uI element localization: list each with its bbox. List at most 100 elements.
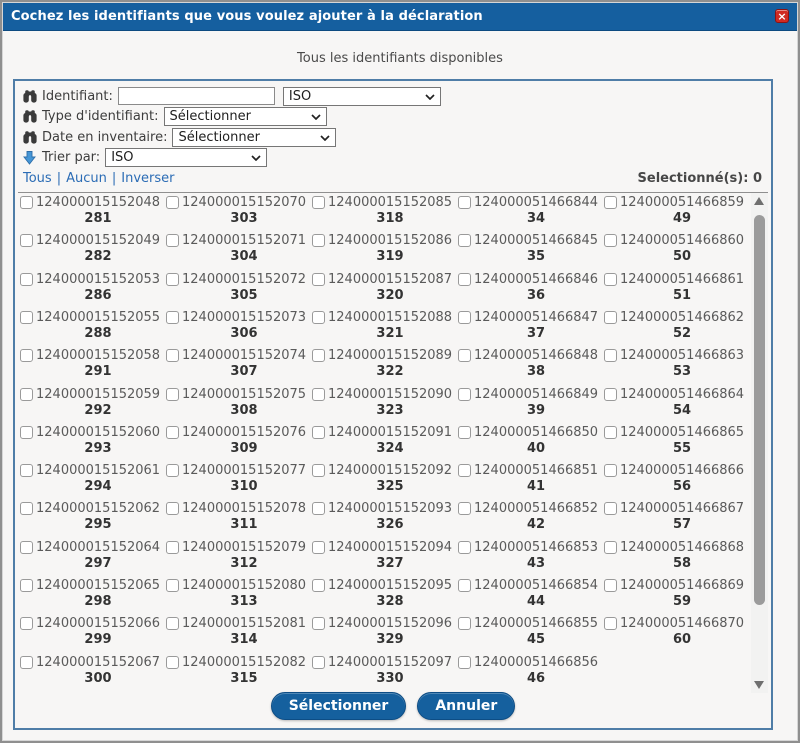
identifier-checkbox[interactable]	[458, 311, 471, 324]
identifier-label: 124000015152060	[20, 425, 166, 440]
identifier-checkbox[interactable]	[20, 273, 33, 286]
identifier-checkbox[interactable]	[604, 579, 617, 592]
identifier-checkbox[interactable]	[166, 541, 179, 554]
identifier-cell: 12400005146685949	[604, 195, 750, 233]
identifier-checkbox[interactable]	[20, 349, 33, 362]
identifier-checkbox[interactable]	[458, 541, 471, 554]
identifier-checkbox[interactable]	[604, 541, 617, 554]
identifier-checkbox[interactable]	[312, 234, 325, 247]
identifier-checkbox[interactable]	[166, 426, 179, 439]
identifier-checkbox[interactable]	[20, 656, 33, 669]
identifier-checkbox[interactable]	[458, 656, 471, 669]
identifier-checkbox[interactable]	[166, 311, 179, 324]
identifier-cell: 12400005146685141	[458, 463, 604, 501]
identifier-suffix: 52	[619, 326, 745, 341]
identifier-checkbox[interactable]	[458, 196, 471, 209]
identifier-label: 124000051466870	[604, 616, 750, 631]
identifier-number: 124000051466862	[620, 310, 744, 325]
identifier-label: 124000015152070	[166, 195, 312, 210]
identifier-checkbox[interactable]	[166, 464, 179, 477]
identifier-checkbox[interactable]	[458, 502, 471, 515]
identifier-checkbox[interactable]	[312, 196, 325, 209]
identifier-label: 124000015152071	[166, 233, 312, 248]
identifier-checkbox[interactable]	[458, 617, 471, 630]
identifier-checkbox[interactable]	[604, 234, 617, 247]
identifier-checkbox[interactable]	[20, 388, 33, 401]
identifier-checkbox[interactable]	[458, 426, 471, 439]
identifier-checkbox[interactable]	[166, 234, 179, 247]
identifier-checkbox[interactable]	[312, 311, 325, 324]
identifier-number: 124000051466845	[474, 233, 598, 248]
select-none-link[interactable]: Aucun	[66, 171, 107, 186]
date-inventaire-select[interactable]: Sélectionner	[172, 128, 336, 147]
close-icon[interactable]: ×	[775, 9, 789, 23]
chevron-down-icon	[425, 89, 435, 104]
identifier-checkbox[interactable]	[166, 656, 179, 669]
identifier-label: 124000051466845	[458, 233, 604, 248]
select-all-link[interactable]: Tous	[23, 171, 52, 186]
identifier-checkbox[interactable]	[604, 464, 617, 477]
identifier-checkbox[interactable]	[20, 541, 33, 554]
identifier-label: 124000051466861	[604, 272, 750, 287]
identifier-checkbox[interactable]	[312, 349, 325, 362]
identifier-checkbox[interactable]	[604, 617, 617, 630]
identifier-cell: 124000015152060293	[20, 425, 166, 463]
scroll-up-arrow-icon[interactable]	[754, 197, 764, 205]
identifier-checkbox[interactable]	[604, 196, 617, 209]
identifier-checkbox[interactable]	[604, 388, 617, 401]
invert-selection-link[interactable]: Inverser	[121, 171, 174, 186]
select-button[interactable]: Sélectionner	[271, 692, 407, 720]
identifier-checkbox[interactable]	[312, 426, 325, 439]
identifiant-type-select[interactable]: ISO	[283, 87, 441, 106]
identifier-checkbox[interactable]	[458, 349, 471, 362]
identifier-checkbox[interactable]	[312, 617, 325, 630]
identifier-checkbox[interactable]	[166, 388, 179, 401]
identifier-checkbox[interactable]	[20, 617, 33, 630]
identifier-checkbox[interactable]	[604, 426, 617, 439]
identifier-checkbox[interactable]	[312, 502, 325, 515]
identifier-checkbox[interactable]	[20, 234, 33, 247]
identifier-number: 124000051466847	[474, 310, 598, 325]
identifier-checkbox[interactable]	[20, 579, 33, 592]
available-identifiers-heading: Tous les identifiants disponibles	[2, 51, 798, 66]
identifier-checkbox[interactable]	[166, 349, 179, 362]
scroll-down-arrow-icon[interactable]	[754, 681, 764, 689]
identifier-checkbox[interactable]	[458, 579, 471, 592]
identifier-checkbox[interactable]	[458, 388, 471, 401]
identifier-checkbox[interactable]	[312, 388, 325, 401]
identifier-checkbox[interactable]	[20, 426, 33, 439]
identifier-number: 124000051466869	[620, 578, 744, 593]
identifier-checkbox[interactable]	[458, 234, 471, 247]
identifiant-input[interactable]	[118, 87, 275, 105]
identifier-checkbox[interactable]	[20, 311, 33, 324]
identifier-checkbox[interactable]	[458, 273, 471, 286]
identifier-checkbox[interactable]	[604, 273, 617, 286]
identifier-checkbox[interactable]	[312, 464, 325, 477]
identifier-checkbox[interactable]	[604, 349, 617, 362]
type-identifiant-select[interactable]: Sélectionner	[164, 107, 327, 126]
identifier-cell: 124000015152071304	[166, 233, 312, 271]
identifier-checkbox[interactable]	[312, 656, 325, 669]
identifier-checkbox[interactable]	[20, 464, 33, 477]
identifier-checkbox[interactable]	[20, 196, 33, 209]
identifier-checkbox[interactable]	[166, 273, 179, 286]
identifier-checkbox[interactable]	[166, 502, 179, 515]
identifier-checkbox[interactable]	[166, 617, 179, 630]
trier-par-select[interactable]: ISO	[105, 148, 267, 167]
identifier-suffix: 304	[181, 249, 307, 264]
identifier-checkbox[interactable]	[312, 541, 325, 554]
cancel-button[interactable]: Annuler	[417, 692, 515, 720]
identifier-checkbox[interactable]	[20, 502, 33, 515]
identifier-checkbox[interactable]	[312, 579, 325, 592]
identifier-number: 124000015152058	[36, 348, 160, 363]
identifier-checkbox[interactable]	[312, 273, 325, 286]
identifier-checkbox[interactable]	[604, 502, 617, 515]
grid-scrollbar[interactable]	[751, 193, 768, 693]
identifier-checkbox[interactable]	[166, 196, 179, 209]
scrollbar-thumb[interactable]	[754, 215, 765, 605]
identifier-checkbox[interactable]	[458, 464, 471, 477]
identifier-number: 124000051466867	[620, 501, 744, 516]
identifier-checkbox[interactable]	[166, 579, 179, 592]
identifier-checkbox[interactable]	[604, 311, 617, 324]
identifier-label: 124000051466868	[604, 540, 750, 555]
